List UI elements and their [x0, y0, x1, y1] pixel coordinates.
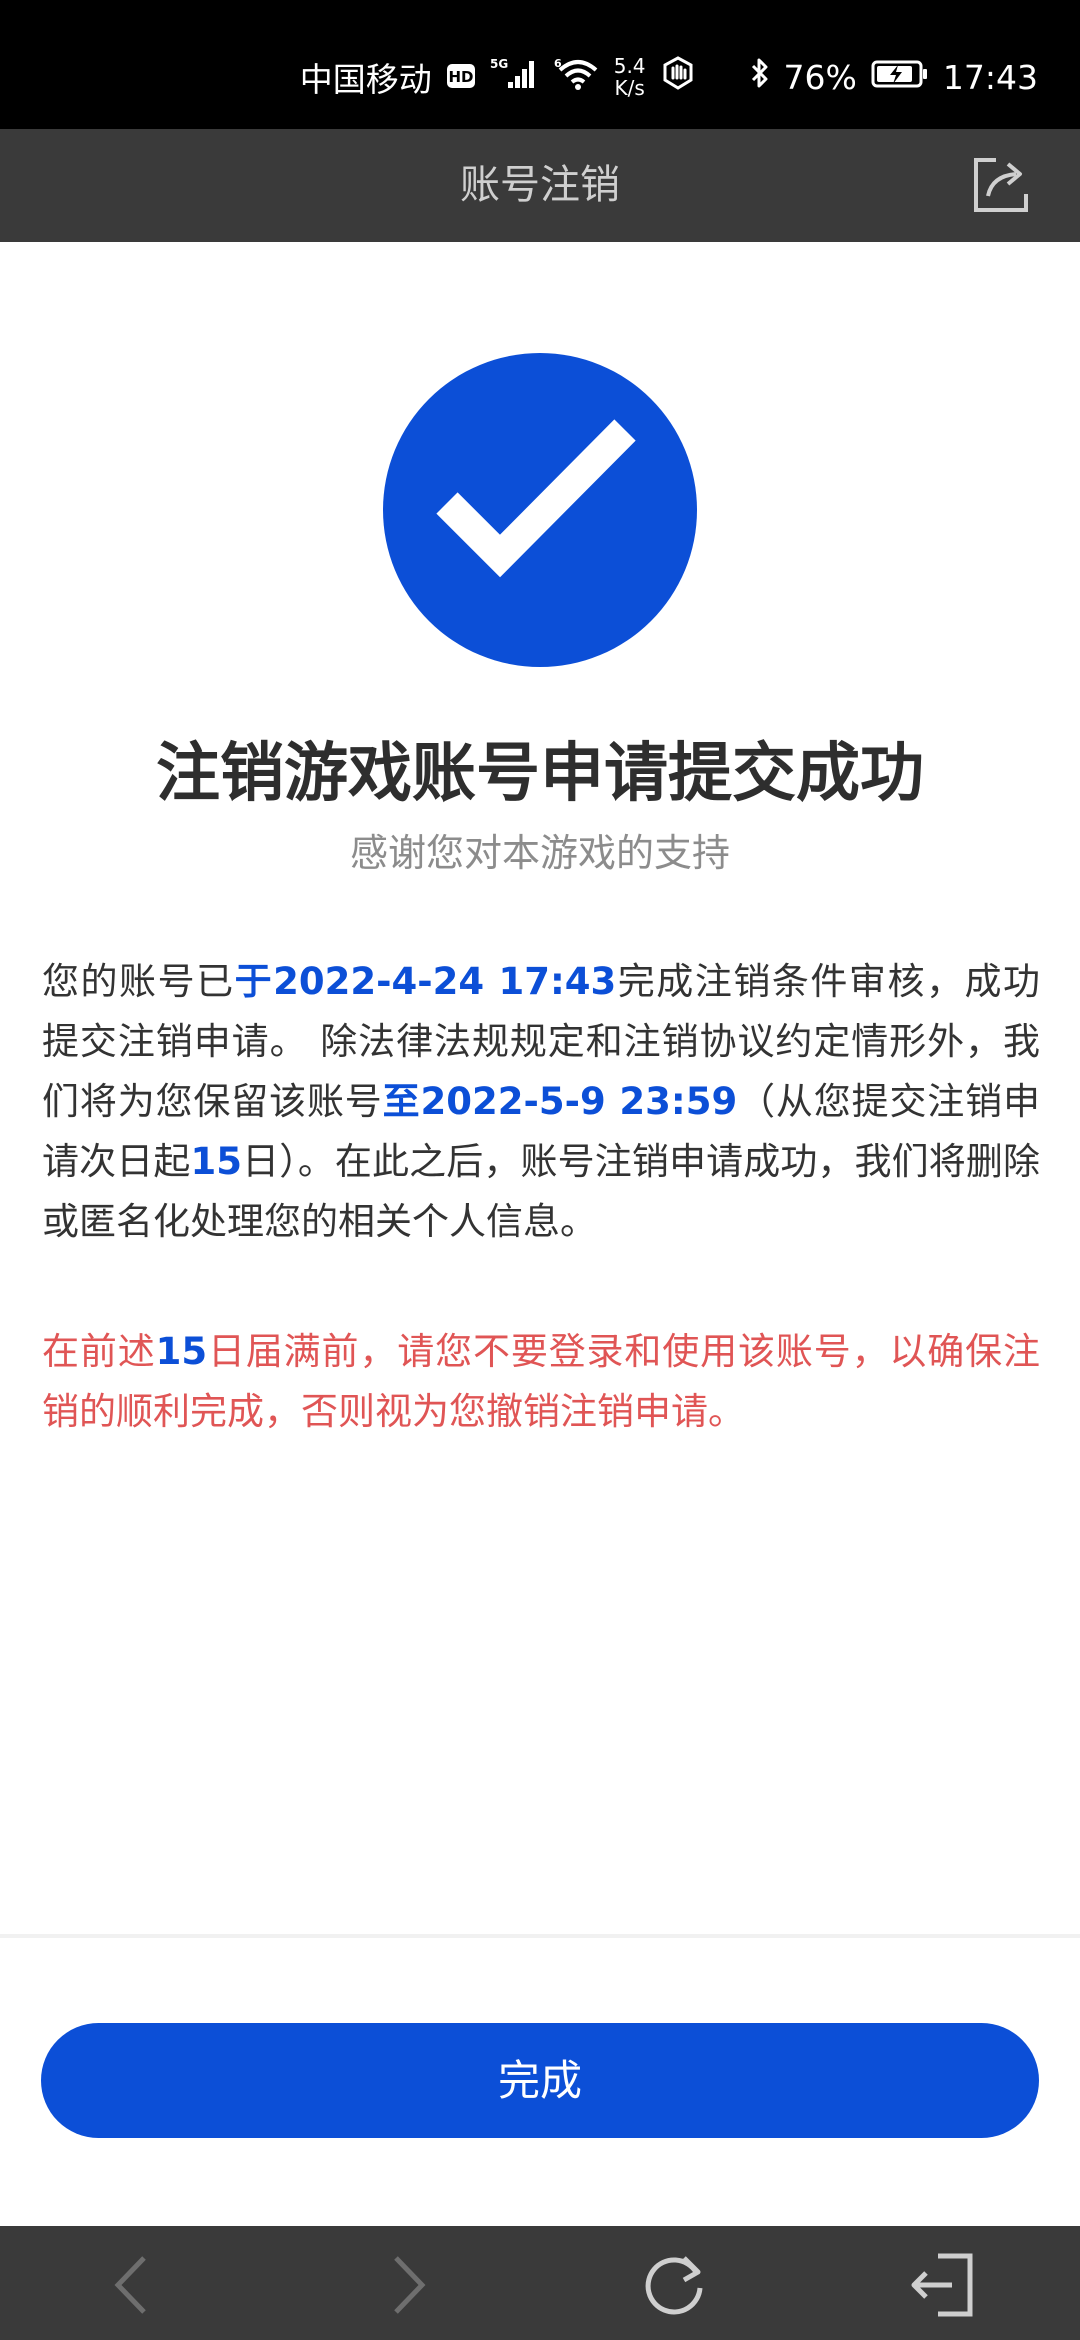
status-bar: 中国移动 HD 5G 6 5.4 K/s 76% 17:43 [0, 0, 1080, 129]
back-icon[interactable] [100, 2250, 170, 2320]
hand-icon [660, 56, 696, 98]
bottom-nav [0, 2226, 1080, 2340]
hd-icon: HD [446, 58, 476, 97]
done-button[interactable]: 完成 [41, 2023, 1039, 2138]
success-title: 注销游戏账号申请提交成功 [156, 737, 924, 811]
forward-icon[interactable] [370, 2250, 440, 2320]
battery-percent: 76% [783, 57, 857, 97]
desc-text: 您的账号已 [42, 960, 235, 1003]
submit-time: 于2022-4-24 17:43 [234, 960, 617, 1003]
divider [0, 1934, 1080, 1938]
warning-text: 在前述 [42, 1330, 156, 1373]
share-icon[interactable] [970, 154, 1032, 216]
battery-charging-icon [871, 58, 929, 97]
warning-notice: 在前述15日届满前，请您不要登录和使用该账号，以确保注销的顺利完成，否则视为您撤… [42, 1322, 1040, 1442]
speed-value: 5.4 [613, 54, 646, 78]
success-subtitle: 感谢您对本游戏的支持 [349, 831, 730, 875]
warning-days: 15 [155, 1330, 208, 1373]
net-speed: 5.4 K/s [614, 55, 646, 99]
page-title: 账号注销 [460, 162, 620, 208]
bluetooth-icon [750, 56, 770, 98]
wifi-icon: 6 [554, 56, 600, 98]
retain-days: 15 [190, 1140, 242, 1183]
signal-icon: 5G [490, 56, 540, 98]
carrier-label: 中国移动 [299, 60, 432, 99]
check-circle-icon [383, 353, 697, 667]
speed-unit: K/s [614, 76, 645, 100]
status-icons: 中国移动 HD 5G 6 5.4 K/s 76% 17:43 [300, 52, 1038, 102]
hd-badge-text: HD [448, 68, 473, 86]
cancellation-description: 您的账号已于2022-4-24 17:43完成注销条件审核，成功提交注销申请。 … [42, 952, 1040, 1252]
retain-until: 至2022-5-9 23:59 [382, 1080, 738, 1123]
app-header: 账号注销 [0, 129, 1080, 242]
refresh-icon[interactable] [640, 2250, 710, 2320]
clock: 17:43 [942, 57, 1038, 97]
signal-label: 5G [490, 57, 508, 71]
exit-icon[interactable] [908, 2250, 978, 2320]
